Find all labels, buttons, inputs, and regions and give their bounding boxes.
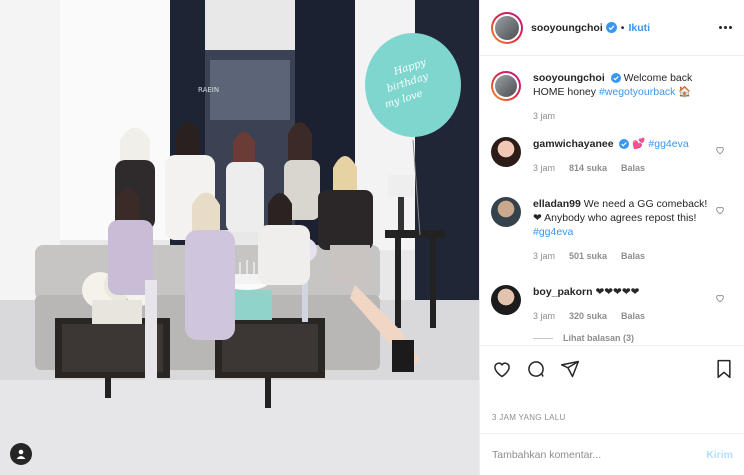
comment-meta: 3 jam 814 suka Balas <box>533 161 713 175</box>
author-username[interactable]: sooyoungchoi <box>531 22 603 34</box>
comment-likes[interactable]: 501 suka <box>569 249 607 263</box>
commenter-avatar[interactable] <box>491 197 521 227</box>
commenter-avatar[interactable] <box>491 285 521 315</box>
header-separator: • <box>620 21 625 34</box>
post-actions <box>480 345 744 383</box>
tagged-users-button[interactable] <box>10 443 32 465</box>
caption-username[interactable]: sooyoungchoi <box>533 72 605 84</box>
comment-text: ❤❤❤❤❤ <box>595 286 640 298</box>
reply-button[interactable]: Balas <box>621 309 645 323</box>
comment-time[interactable]: 3 jam <box>533 249 555 263</box>
comment-item: gamwichayanee 💕 #gg4eva 3 jam 814 suka B… <box>491 137 733 175</box>
comment-time[interactable]: 3 jam <box>533 161 555 175</box>
verified-badge-icon <box>610 73 621 83</box>
comment-username[interactable]: boy_pakorn <box>533 286 593 298</box>
comment-emoji: 💕 <box>632 138 646 150</box>
comment-username[interactable]: elladan99 <box>533 198 581 210</box>
save-button[interactable] <box>715 359 733 379</box>
comment-username[interactable]: gamwichayanee <box>533 138 614 150</box>
post-photo[interactable]: Happy birthday my love RAEIN <box>0 0 479 475</box>
add-comment-bar: Kirim <box>480 433 744 475</box>
caption-emoji: 🏠 <box>678 86 692 98</box>
more-options-icon <box>719 26 722 29</box>
reply-button[interactable]: Balas <box>621 249 645 263</box>
verified-badge-icon <box>605 22 617 33</box>
comment-item: elladan99 We need a GG comeback!❤ Anybod… <box>491 197 733 263</box>
verified-badge-icon <box>619 139 630 149</box>
view-replies-label: Lihat balasan (3) <box>563 333 635 343</box>
comment-hashtag[interactable]: #gg4eva <box>648 138 688 150</box>
post-header: sooyoungchoi • Ikuti <box>480 0 744 56</box>
caption-time[interactable]: 3 jam <box>533 109 555 123</box>
like-comment-heart-icon[interactable] <box>715 145 725 155</box>
post-sidebar: sooyoungchoi • Ikuti sooyoungchoi Welcom… <box>479 0 744 475</box>
comment-meta: 3 jam 320 suka Balas <box>533 309 713 323</box>
view-replies-button[interactable]: Lihat balasan (3) <box>533 333 733 343</box>
post-comment-button[interactable]: Kirim <box>706 449 733 461</box>
caption-hashtag[interactable]: #wegotyourback <box>599 86 675 98</box>
like-comment-heart-icon[interactable] <box>715 293 725 303</box>
caption-meta: 3 jam <box>533 109 713 123</box>
comment-meta: 3 jam 501 suka Balas <box>533 249 713 263</box>
comment-likes[interactable]: 320 suka <box>569 309 607 323</box>
more-options-button[interactable] <box>719 26 732 29</box>
caption: sooyoungchoi Welcome back HOME honey #we… <box>491 71 733 123</box>
comments-list[interactable]: sooyoungchoi Welcome back HOME honey #we… <box>480 57 744 345</box>
group-photo-illustration: Happy birthday my love RAEIN <box>0 0 479 475</box>
comment-item: boy_pakorn ❤❤❤❤❤ 3 jam 320 suka Balas <box>491 285 733 323</box>
comment-likes[interactable]: 814 suka <box>569 161 607 175</box>
user-tag-icon <box>16 449 26 459</box>
like-comment-heart-icon[interactable] <box>715 205 725 215</box>
comment-input[interactable] <box>492 448 707 461</box>
share-button[interactable] <box>560 359 580 379</box>
author-avatar[interactable] <box>491 11 523 44</box>
comment-hashtag[interactable]: #gg4eva <box>533 226 573 238</box>
bookmark-icon <box>717 359 731 378</box>
reply-button[interactable]: Balas <box>621 161 645 175</box>
comment-button[interactable] <box>526 359 546 379</box>
heart-icon <box>494 361 510 377</box>
replies-divider <box>533 337 553 339</box>
comment-bubble-icon <box>528 360 544 377</box>
follow-button[interactable]: Ikuti <box>628 22 650 34</box>
instagram-post-modal: Happy birthday my love RAEIN sooyoungcho… <box>0 0 744 475</box>
window-sign-text: RAEIN <box>198 86 219 94</box>
commenter-avatar[interactable] <box>491 137 521 167</box>
share-paper-plane-icon <box>560 360 580 377</box>
caption-avatar[interactable] <box>491 71 521 101</box>
post-timestamp[interactable]: 3 JAM YANG LALU <box>492 413 566 422</box>
like-button[interactable] <box>492 359 512 379</box>
comment-time[interactable]: 3 jam <box>533 309 555 323</box>
